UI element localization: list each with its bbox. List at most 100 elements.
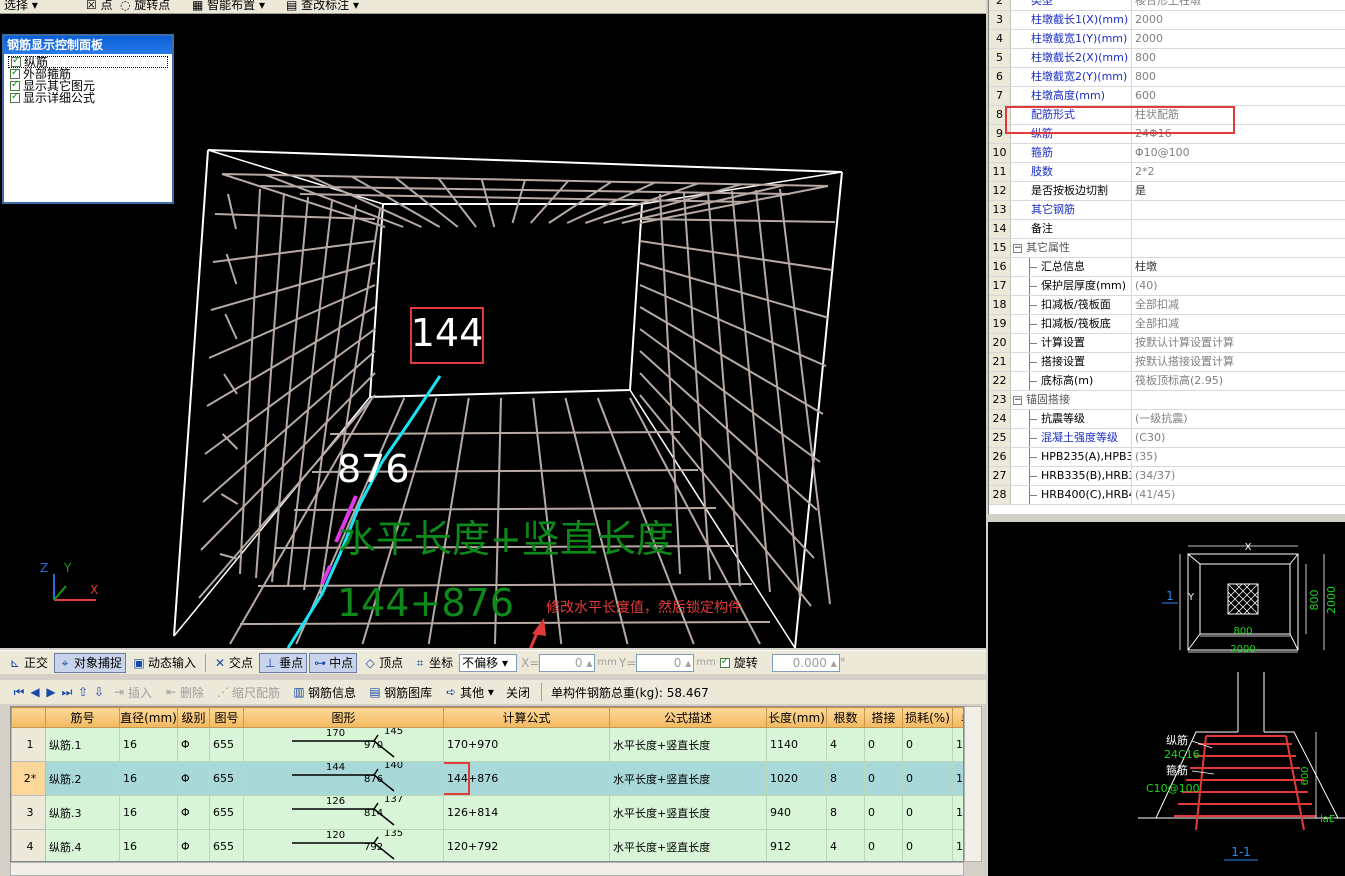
cell-unit[interactable]: 1.: [952, 829, 963, 861]
coordinate-snap-button[interactable]: ⌗ 坐标: [409, 653, 457, 673]
collapse-icon[interactable]: −: [1013, 395, 1022, 405]
property-row[interactable]: 21 搭接设置 按默认搭接设置计算: [989, 353, 1345, 372]
property-row[interactable]: 25 混凝土强度等级 (C30): [989, 429, 1345, 448]
property-row[interactable]: 3 柱墩截长1(X)(mm) 2000: [989, 11, 1345, 30]
cell-loss[interactable]: 0: [902, 829, 953, 861]
checkbox-icon[interactable]: [10, 67, 20, 79]
checkbox-icon[interactable]: [10, 79, 20, 91]
vertex-snap-button[interactable]: ◇ 顶点: [359, 653, 407, 673]
perpendicular-snap-button[interactable]: ⊥ 垂点: [259, 652, 308, 673]
property-value[interactable]: [1132, 220, 1345, 238]
table-row[interactable]: 1 纵筋.1 16 Φ 655 170 145 970 170+970 水平长度+竖直长度 1140…: [11, 727, 963, 762]
property-row[interactable]: 22 底标高(m) 筏板顶标高(2.95): [989, 372, 1345, 391]
rebar-grid[interactable]: 筋号直径(mm)级别图号图形计算公式公式描述长度(mm)根数搭接损耗(%)单 1…: [10, 706, 964, 862]
cell-formula[interactable]: 170+970: [443, 727, 610, 762]
property-value[interactable]: 按默认搭接设置计算: [1132, 353, 1345, 371]
cell-unit[interactable]: 1.: [952, 795, 963, 830]
rotate-input[interactable]: 0.000 ▴: [771, 653, 840, 672]
select-tool-button[interactable]: 选择 ▾: [4, 0, 38, 13]
cell-name[interactable]: 纵筋.1: [45, 727, 120, 762]
scale-rebar-button[interactable]: ⋰ 缩尺配筋: [212, 682, 284, 702]
cell-count[interactable]: 8: [826, 761, 865, 796]
checkbox-icon[interactable]: [10, 91, 20, 103]
cell-desc[interactable]: 水平长度+竖直长度: [609, 829, 767, 861]
property-row[interactable]: 27 HRB335(B),HRB3 (34/37): [989, 467, 1345, 486]
row-number[interactable]: 2*: [11, 761, 46, 796]
ortho-button[interactable]: ⊾ 正交: [4, 653, 52, 673]
property-row[interactable]: 23− 锚固搭接: [989, 391, 1345, 410]
table-row[interactable]: 3 纵筋.3 16 Φ 655 126 137 814 126+814 水平长度+竖直长度 940 8…: [11, 795, 963, 830]
property-row[interactable]: 5 柱墩截长2(X)(mm) 800: [989, 49, 1345, 68]
cell-length[interactable]: 1140: [766, 727, 827, 762]
intersection-snap-button[interactable]: ✕ 交点: [209, 653, 257, 673]
cell-length[interactable]: 940: [766, 795, 827, 830]
property-value[interactable]: Φ10@100: [1132, 144, 1345, 162]
dynamic-input-button[interactable]: ▣ 动态输入: [128, 653, 200, 673]
property-row[interactable]: 6 柱墩截宽2(Y)(mm) 800: [989, 68, 1345, 87]
cell-lap[interactable]: 0: [864, 829, 903, 861]
property-value[interactable]: (41/45): [1132, 486, 1345, 504]
shape-cell[interactable]: 126 137 814: [243, 795, 444, 830]
cell-lap[interactable]: 0: [864, 727, 903, 762]
cell-unit[interactable]: 1.: [952, 761, 963, 796]
cell-loss[interactable]: 0: [902, 727, 953, 762]
property-row[interactable]: 26 HPB235(A),HPB3 (35): [989, 448, 1345, 467]
property-row[interactable]: 17 保护层厚度(mm) (40): [989, 277, 1345, 296]
property-value[interactable]: [1132, 239, 1345, 257]
property-value[interactable]: 600: [1132, 87, 1345, 105]
cell-formula[interactable]: 126+814: [443, 795, 610, 830]
cell-formula[interactable]: 144+876: [443, 761, 610, 796]
cell-dia[interactable]: 16: [119, 761, 178, 796]
property-value[interactable]: 2000: [1132, 11, 1345, 29]
find-modify-button[interactable]: ▤ 查改标注 ▾: [286, 0, 359, 13]
property-value[interactable]: (40): [1132, 277, 1345, 295]
property-value[interactable]: 筏板顶标高(2.95): [1132, 372, 1345, 390]
row-number[interactable]: 3: [11, 795, 46, 830]
other-menu-button[interactable]: ➪ 其他 ▾: [440, 682, 498, 702]
property-row[interactable]: 12 是否按板边切割是: [989, 182, 1345, 201]
property-value[interactable]: (35): [1132, 448, 1345, 466]
move-up-icon[interactable]: ⇧: [76, 685, 90, 699]
cell-name[interactable]: 纵筋.2: [45, 761, 120, 796]
cell-fig[interactable]: 655: [209, 829, 244, 861]
object-snap-button[interactable]: ⌖ 对象捕捉: [54, 652, 127, 673]
property-row[interactable]: 4 柱墩截宽1(Y)(mm) 2000: [989, 30, 1345, 49]
property-row[interactable]: 28 HRB400(C),HRB4 (41/45): [989, 486, 1345, 505]
property-value[interactable]: (34/37): [1132, 467, 1345, 485]
checkbox-icon[interactable]: [11, 55, 21, 67]
property-value[interactable]: (一级抗震): [1132, 410, 1345, 428]
close-button[interactable]: 关闭: [502, 682, 534, 702]
property-value[interactable]: 全部扣减: [1132, 315, 1345, 333]
point-tool-button[interactable]: ☒ 点: [86, 0, 113, 13]
property-value[interactable]: 棱台形上柱墩: [1132, 0, 1345, 10]
cell-unit[interactable]: 1.: [952, 727, 963, 762]
cell-desc[interactable]: 水平长度+竖直长度: [609, 727, 767, 762]
cell-length[interactable]: 912: [766, 829, 827, 861]
property-row[interactable]: 2 类型 棱台形上柱墩: [989, 0, 1345, 11]
smart-layout-button[interactable]: ▦ 智能布置 ▾: [192, 0, 265, 13]
cell-grade[interactable]: Φ: [177, 829, 210, 861]
rebar-info-button[interactable]: ▥ 钢筋信息: [288, 682, 360, 702]
property-row[interactable]: 10 箍筋 Φ10@100: [989, 144, 1345, 163]
property-row[interactable]: 24 抗震等级 (一级抗震): [989, 410, 1345, 429]
property-row[interactable]: 13 其它钢筋: [989, 201, 1345, 220]
cell-grade[interactable]: Φ: [177, 727, 210, 762]
cell-name[interactable]: 纵筋.3: [45, 795, 120, 830]
insert-button[interactable]: ⇥ 插入: [108, 682, 156, 702]
rebar-library-button[interactable]: ▤ 钢筋图库: [364, 682, 436, 702]
table-row[interactable]: 2* 纵筋.2 16 Φ 655 144 140 876 144+876 水平长度+竖直长度 102…: [11, 761, 963, 796]
grid-horizontal-scrollbar[interactable]: [10, 862, 964, 876]
cell-formula[interactable]: 120+792: [443, 829, 610, 861]
collapse-icon[interactable]: −: [1013, 243, 1022, 253]
row-number[interactable]: 1: [11, 727, 46, 762]
cell-grade[interactable]: Φ: [177, 761, 210, 796]
cell-lap[interactable]: 0: [864, 795, 903, 830]
property-row[interactable]: 16 汇总信息 柱墩: [989, 258, 1345, 277]
property-row[interactable]: 11 肢数 2*2: [989, 163, 1345, 182]
property-value[interactable]: (C30): [1132, 429, 1345, 447]
property-value[interactable]: [1132, 391, 1345, 409]
offset-select[interactable]: 不偏移 ▾: [459, 653, 518, 672]
midpoint-snap-button[interactable]: ⊶ 中点: [309, 652, 358, 673]
cell-lap[interactable]: 0: [864, 761, 903, 796]
cell-loss[interactable]: 0: [902, 761, 953, 796]
